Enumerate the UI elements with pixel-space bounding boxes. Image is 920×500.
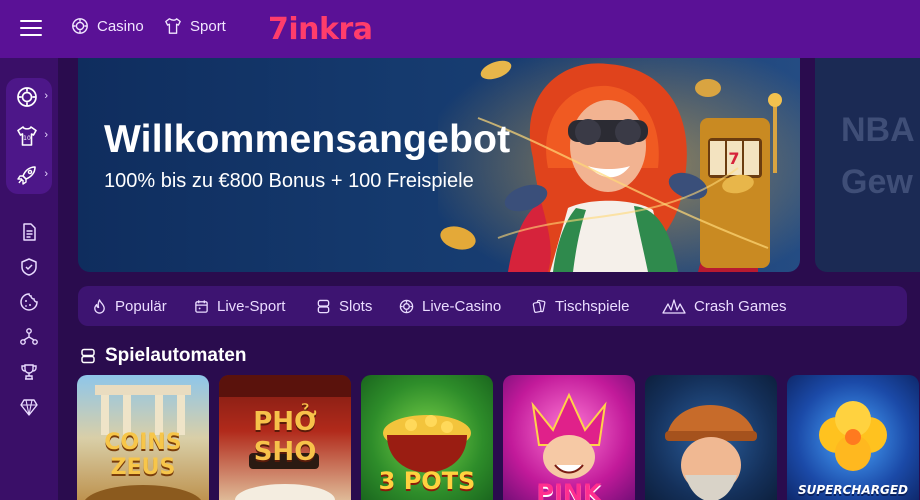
- nav-sport-label: Sport: [190, 17, 226, 35]
- slot-icon: [317, 299, 330, 313]
- category-live-sport-label: Live-Sport: [217, 297, 286, 315]
- category-live-casino-label: Live-Casino: [422, 297, 502, 315]
- banner-title: Willkommensangebot: [104, 118, 511, 161]
- category-crash-games-label: Crash Games: [694, 297, 787, 315]
- network-icon: [20, 328, 38, 345]
- cookie-icon: [20, 293, 38, 311]
- category-live-casino[interactable]: Live-Casino: [399, 286, 501, 326]
- category-crash-games[interactable]: Crash Games: [662, 286, 787, 326]
- svg-text:10: 10: [23, 135, 31, 142]
- shield-check-icon: [21, 258, 37, 276]
- casino-chip-icon: [72, 18, 88, 34]
- banner-subtitle: 100% bis zu €800 Bonus + 100 Freispiele: [104, 170, 474, 192]
- sidebar-item-network[interactable]: [19, 327, 39, 347]
- chevron-right-icon: ›: [44, 168, 48, 180]
- nav-sport[interactable]: Sport: [164, 17, 226, 35]
- category-popular[interactable]: Populär: [92, 286, 167, 326]
- game-tile[interactable]: 3 POTS: [361, 375, 493, 500]
- svg-text:7: 7: [728, 149, 739, 168]
- game-title: COINS ZEUS: [104, 430, 182, 480]
- game-tile[interactable]: SUPERCHARGED: [787, 375, 919, 500]
- promo-banner-next[interactable]: NBA Gew: [815, 58, 920, 272]
- section-title: Spielautomaten: [80, 345, 246, 367]
- category-table-games[interactable]: Tischspiele: [532, 286, 629, 326]
- rocket-icon: [17, 166, 36, 185]
- casino-chip-icon: [17, 87, 37, 107]
- banner2-line1: NBA: [841, 111, 915, 149]
- game-title: SUPERCHARGED: [797, 483, 908, 497]
- logo-text: 7inkra: [268, 11, 373, 47]
- game-tile[interactable]: [645, 375, 777, 500]
- nav-casino[interactable]: Casino: [71, 17, 144, 35]
- category-popular-label: Populär: [115, 297, 167, 315]
- calendar-icon: [195, 299, 208, 313]
- sidebar-item-casino[interactable]: ›: [6, 78, 52, 116]
- game-tile[interactable]: PHỞ SHO: [219, 375, 351, 500]
- sidebar-item-document[interactable]: [19, 222, 39, 242]
- promo-banner[interactable]: 7 Willkommensangebot 100% bis zu €800 Bo…: [78, 58, 800, 272]
- sidebar-item-crash[interactable]: ›: [6, 156, 52, 194]
- game-tile[interactable]: COINS ZEUS: [77, 375, 209, 500]
- menu-icon[interactable]: [20, 20, 42, 36]
- sidebar-item-sport[interactable]: 10 ›: [6, 117, 52, 155]
- game-title: PHỞ SHO: [253, 407, 317, 467]
- category-bar: Populär Live-Sport Slots Live-Casino Tis…: [78, 286, 907, 326]
- sidebar: › 10 › ›: [0, 58, 58, 500]
- sidebar-main-group: › 10 › ›: [6, 78, 52, 194]
- document-icon: [23, 223, 36, 241]
- section-title-label: Spielautomaten: [105, 345, 247, 366]
- banner2-text: NBA Gew: [841, 104, 915, 208]
- category-slots[interactable]: Slots: [316, 286, 372, 326]
- game-tile[interactable]: PINK: [503, 375, 635, 500]
- category-slots-label: Slots: [339, 297, 373, 315]
- casino-chip-icon: [399, 299, 414, 313]
- jersey-icon: 10: [17, 126, 37, 146]
- game-thumbnail: [665, 405, 757, 500]
- brand-logo[interactable]: 7inkra: [268, 10, 373, 48]
- cards-icon: [532, 299, 546, 313]
- chevron-right-icon: ›: [44, 129, 48, 141]
- game-title: 3 POTS: [378, 467, 476, 495]
- diamond-icon: [20, 399, 38, 416]
- category-table-games-label: Tischspiele: [555, 297, 630, 315]
- nav-casino-label: Casino: [97, 17, 144, 35]
- trophy-icon: [21, 364, 37, 380]
- category-live-sport[interactable]: Live-Sport: [194, 286, 285, 326]
- banner-illustration: 7: [438, 58, 800, 272]
- top-bar: Casino Sport 7inkra: [0, 0, 920, 58]
- sidebar-item-responsible[interactable]: [19, 257, 39, 277]
- slot-icon: [81, 348, 95, 364]
- game-thumbnail: [819, 401, 887, 471]
- sidebar-item-tournaments[interactable]: [19, 362, 39, 382]
- jersey-icon: [165, 18, 181, 34]
- game-title: PINK: [536, 479, 602, 500]
- flame-icon: [94, 298, 105, 314]
- crash-icon: [662, 299, 686, 314]
- banner2-line2: Gew: [841, 163, 913, 201]
- sidebar-item-cookies[interactable]: [19, 292, 39, 312]
- chevron-right-icon: ›: [44, 90, 48, 102]
- sidebar-item-vip[interactable]: [19, 397, 39, 417]
